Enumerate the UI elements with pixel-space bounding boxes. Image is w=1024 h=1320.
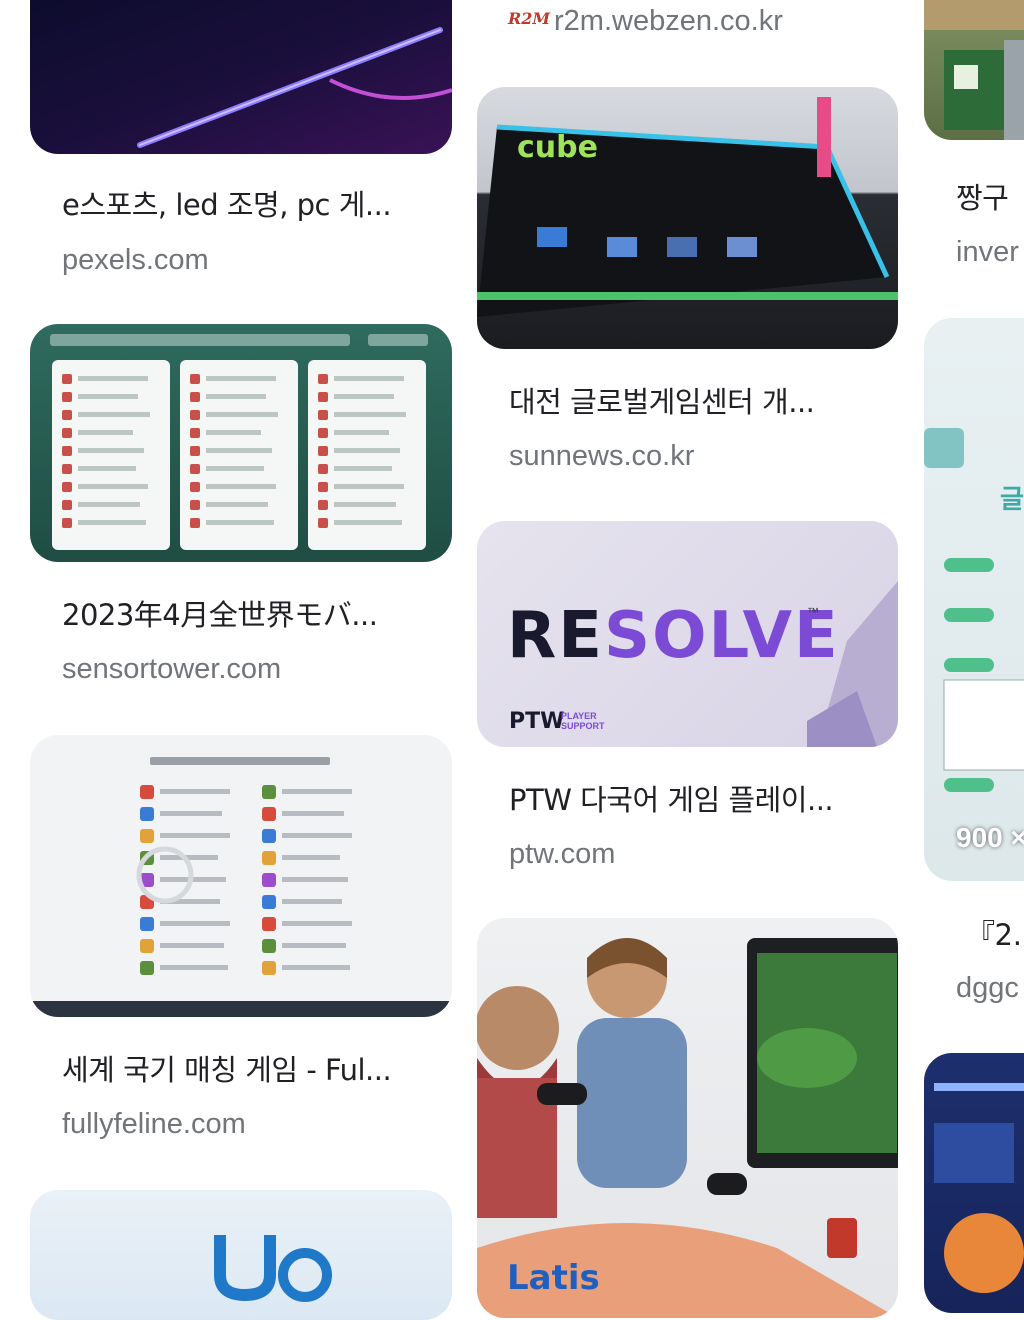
r2m-logo-text: R2M (508, 9, 551, 28)
ranking-rows (62, 374, 406, 528)
result-title[interactable]: e스포츠, led 조명, pc 게... (62, 182, 422, 224)
result-source[interactable]: inver (956, 236, 1019, 269)
result-source[interactable]: fullyfeline.com (62, 1108, 246, 1141)
image-size-badge: 900 × (956, 822, 1024, 853)
result-source[interactable]: sunnews.co.kr (509, 440, 694, 473)
svg-text:cube: cube (517, 130, 598, 165)
result-image-game-center-booth[interactable]: cube (477, 87, 898, 349)
ptw-shape-graphic (807, 581, 898, 747)
result-source[interactable]: sensortower.com (62, 653, 281, 686)
result-image-people-gaming[interactable]: Latis (477, 918, 898, 1318)
result-source[interactable]: dggc (956, 972, 1019, 1005)
blue-logo-graphic (214, 1235, 332, 1302)
street-scene-graphic (924, 0, 1024, 140)
dark-blue-infographic (934, 1083, 1024, 1293)
infographic-graphic: 글 (924, 428, 1024, 792)
svg-text:글: 글 (1000, 485, 1024, 515)
ranking-rows (30, 785, 452, 1017)
result-source[interactable]: pexels.com (62, 244, 209, 277)
result-image-esports[interactable] (30, 0, 452, 154)
result-image-infographic[interactable]: 글 900 × (924, 318, 1024, 881)
result-title[interactable]: 『202 (966, 912, 1024, 954)
result-image-column3-top[interactable] (924, 0, 1024, 140)
result-title[interactable]: 대전 글로벌게임센터 개... (509, 379, 869, 421)
latis-logo-text: Latis (507, 1258, 600, 1298)
result-image-column3-bottom[interactable] (924, 1053, 1024, 1313)
result-title[interactable]: 2023年4月全世界モバ... (62, 592, 422, 634)
esports-light-graphic (137, 27, 452, 148)
result-title[interactable]: PTW 다국어 게임 플레이... (509, 777, 869, 819)
result-source[interactable]: r2m.webzen.co.kr (554, 5, 783, 38)
result-image-ptw-resolve[interactable]: RESOLVE ™ PTW PLAYER SUPPORT (477, 521, 898, 747)
result-image-sensortower-ranking[interactable] (30, 324, 452, 562)
result-image-partial[interactable] (30, 1190, 452, 1320)
result-title[interactable]: 짱구 (956, 175, 1024, 217)
booth-graphic: cube (477, 97, 898, 317)
result-source[interactable]: ptw.com (509, 838, 615, 871)
result-image-flag-ranking[interactable] (30, 735, 452, 1017)
r2m-logo-icon: R2M (508, 4, 550, 38)
result-title[interactable]: 세계 국기 매칭 게임 - Ful... (62, 1047, 422, 1089)
